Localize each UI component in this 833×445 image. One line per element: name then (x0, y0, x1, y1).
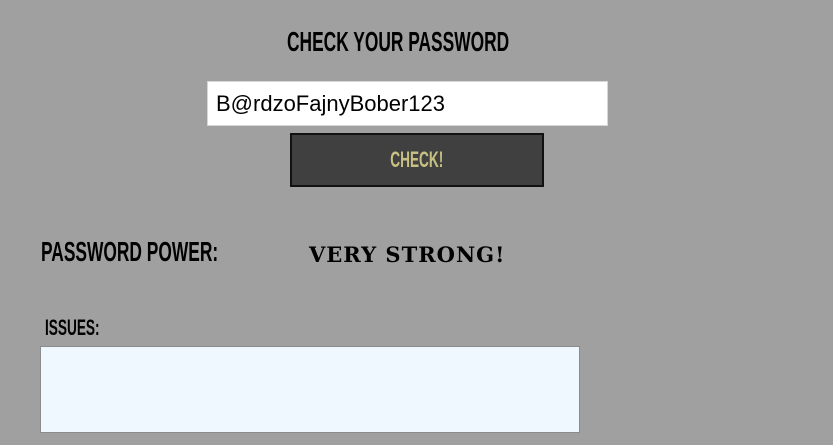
check-button[interactable]: CHECK! (290, 133, 544, 187)
issues-textbox[interactable] (40, 346, 580, 433)
issues-label: ISSUES: (45, 315, 100, 340)
check-button-label: CHECK! (390, 147, 444, 172)
password-input[interactable] (207, 81, 608, 126)
password-power-value: VERY STRONG! (309, 242, 506, 267)
password-power-label: PASSWORD POWER: (41, 236, 219, 267)
page-title: CHECK YOUR PASSWORD (287, 26, 510, 57)
